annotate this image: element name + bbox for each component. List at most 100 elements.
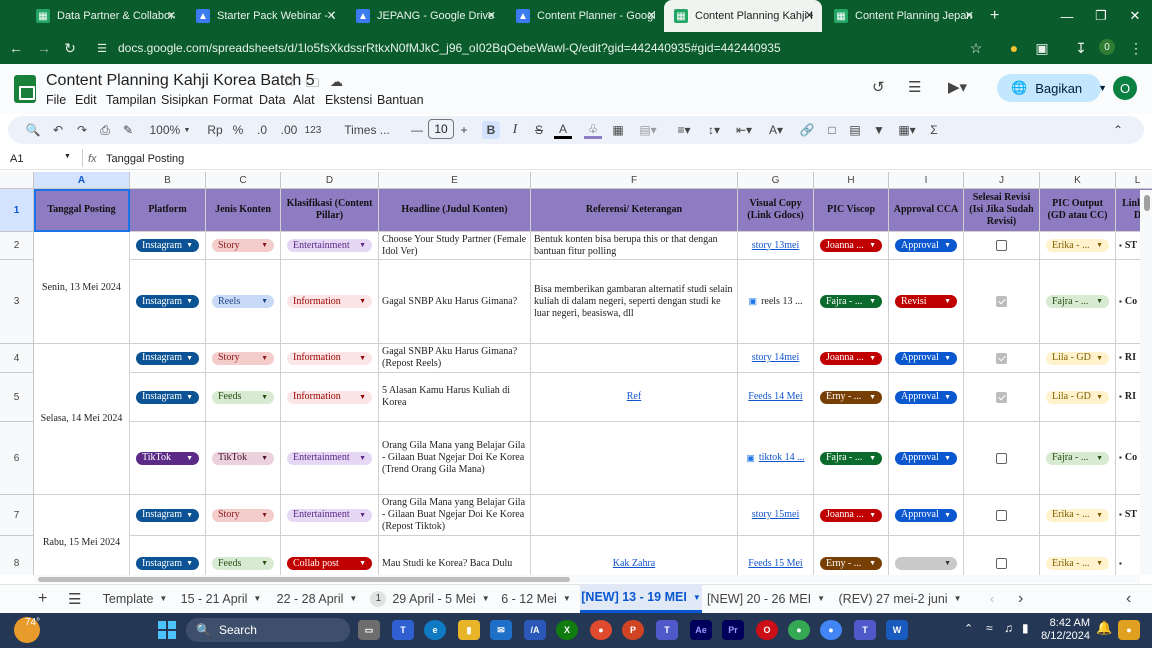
app-icon[interactable]: /A: [524, 620, 546, 640]
font-size-input[interactable]: 10: [428, 119, 454, 139]
column-header-g[interactable]: G: [738, 172, 814, 189]
forward-icon[interactable]: →: [34, 38, 54, 58]
done-revision-cell[interactable]: [964, 422, 1040, 495]
approval-chip[interactable]: ▼: [895, 557, 957, 570]
zoom-select[interactable]: 100% ▼: [146, 121, 194, 139]
pic-output-chip[interactable]: Erika - ... ▼: [1046, 239, 1109, 252]
wifi-icon[interactable]: ≈: [986, 621, 993, 635]
cell-output[interactable]: Lila - GD ▼: [1040, 344, 1116, 373]
browser-tab[interactable]: ▦ Content Planning Jepang ✕: [824, 0, 982, 32]
headline-cell[interactable]: Gagal SNBP Aku Harus Gimana?: [379, 260, 531, 344]
insert-comment-icon[interactable]: □: [823, 121, 841, 139]
sheet-tab[interactable]: [NEW] 13 - 19 MEI ▼: [580, 584, 702, 613]
row-header-2[interactable]: 2: [0, 232, 34, 260]
content-type-chip[interactable]: Story ▼: [212, 239, 274, 252]
platform-chip[interactable]: TikTok ▼: [136, 451, 199, 465]
content-type-chip[interactable]: TikTok ▼: [212, 451, 274, 465]
done-revision-cell[interactable]: [964, 344, 1040, 373]
teams-work-icon[interactable]: T: [656, 620, 678, 640]
column-header-h[interactable]: H: [814, 172, 889, 189]
increase-decimal-button[interactable]: .00: [278, 121, 300, 139]
undo-icon[interactable]: ↶: [50, 121, 66, 139]
cell-klas[interactable]: Information ▼: [281, 373, 379, 422]
visual-copy-cell[interactable]: story 13mei: [738, 232, 814, 260]
headline-cell[interactable]: Orang Gila Mana yang Belajar Gila - Gila…: [379, 422, 531, 495]
content-type-chip[interactable]: Feeds ▼: [212, 390, 274, 404]
header-cell[interactable]: PIC Output (GD atau CC): [1040, 189, 1116, 232]
platform-chip[interactable]: Instagram ▼: [136, 239, 199, 252]
visual-copy-link[interactable]: story 15mei: [752, 509, 800, 521]
cell-pic[interactable]: Fajra - ... ▼: [814, 422, 889, 495]
merge-cells-icon[interactable]: ▤▾: [636, 121, 660, 139]
menu-file[interactable]: File: [46, 93, 66, 107]
revision-checkbox[interactable]: [996, 452, 1007, 464]
content-pillar-chip[interactable]: Entertainment ▼: [287, 451, 372, 465]
pic-viscop-chip[interactable]: Fajra - ... ▼: [820, 451, 882, 465]
close-tab-icon[interactable]: ✕: [487, 9, 496, 22]
currency-format-button[interactable]: Rp: [206, 121, 224, 139]
chrome-profile-icon[interactable]: ●: [788, 620, 810, 640]
strikethrough-button[interactable]: S: [531, 121, 547, 139]
sheet-tab[interactable]: 22 - 28 April ▼: [270, 584, 364, 613]
done-revision-cell[interactable]: [964, 260, 1040, 344]
vertical-scroll-thumb[interactable]: [1144, 195, 1150, 211]
history-icon[interactable]: ↺: [872, 78, 885, 96]
cell-approval[interactable]: Approval ▼: [889, 373, 964, 422]
cell-jenis[interactable]: Reels ▼: [206, 260, 281, 344]
sheet-tab[interactable]: (REV) 27 mei-2 juni ▼: [832, 584, 968, 613]
fill-color-icon[interactable]: ♧: [584, 121, 602, 139]
reference-cell[interactable]: [531, 495, 738, 536]
mail-icon[interactable]: ✉: [490, 620, 512, 640]
cell-jenis[interactable]: TikTok ▼: [206, 422, 281, 495]
approval-chip[interactable]: Revisi ▼: [895, 295, 957, 308]
row-header-5[interactable]: 5: [0, 373, 34, 422]
cell-klas[interactable]: Collab post ▼: [281, 536, 379, 575]
cell-approval[interactable]: Approval ▼: [889, 422, 964, 495]
volume-icon[interactable]: ♫: [1004, 621, 1013, 635]
menu-bantuan[interactable]: Bantuan: [377, 93, 424, 107]
percent-format-button[interactable]: %: [231, 121, 245, 139]
paint-format-icon[interactable]: ✎: [120, 121, 136, 139]
profile-avatar[interactable]: 0: [1099, 39, 1115, 55]
start-icon[interactable]: [158, 621, 176, 639]
menu-format[interactable]: Format: [213, 93, 253, 107]
pic-output-chip[interactable]: Lila - GD ▼: [1046, 390, 1109, 404]
borders-icon[interactable]: ▦: [610, 121, 626, 139]
decrease-font-button[interactable]: —: [410, 121, 424, 139]
content-pillar-chip[interactable]: Collab post ▼: [287, 557, 372, 570]
column-header-k[interactable]: K: [1040, 172, 1116, 189]
content-pillar-chip[interactable]: Entertainment ▼: [287, 508, 372, 522]
decrease-decimal-button[interactable]: .0: [253, 121, 271, 139]
add-sheet-button[interactable]: +: [38, 584, 47, 613]
close-tab-icon[interactable]: ✕: [327, 9, 336, 22]
address-bar[interactable]: docs.google.com/spreadsheets/d/1lo5fsXkd…: [86, 36, 996, 60]
cell-klas[interactable]: Entertainment ▼: [281, 495, 379, 536]
column-header-e[interactable]: E: [379, 172, 531, 189]
pic-viscop-chip[interactable]: Erny - ... ▼: [820, 557, 882, 570]
site-info-icon[interactable]: ☰: [92, 38, 112, 58]
opera-icon[interactable]: O: [756, 620, 778, 640]
content-type-chip[interactable]: Feeds ▼: [212, 557, 274, 570]
powerpoint-icon[interactable]: P: [622, 620, 644, 640]
menu-ekstensi[interactable]: Ekstensi: [325, 93, 372, 107]
font-family-select[interactable]: Times ...: [337, 121, 397, 139]
pic-viscop-chip[interactable]: Joanna ... ▼: [820, 351, 882, 365]
cell-output[interactable]: Erika - ... ▼: [1040, 232, 1116, 260]
platform-chip[interactable]: Instagram ▼: [136, 390, 199, 404]
headline-cell[interactable]: Mau Studi ke Korea? Baca Dulu: [379, 536, 531, 575]
reference-cell[interactable]: Bentuk konten bisa berupa this or that d…: [531, 232, 738, 260]
done-revision-cell[interactable]: [964, 373, 1040, 422]
revision-checkbox[interactable]: [996, 558, 1007, 569]
cloud-status-icon[interactable]: ☁: [330, 74, 343, 90]
reference-text[interactable]: Ref: [627, 391, 641, 403]
cell-output[interactable]: Fajra - ... ▼: [1040, 260, 1116, 344]
insert-link-icon[interactable]: 🔗: [798, 121, 816, 139]
column-header-j[interactable]: J: [964, 172, 1040, 189]
header-cell[interactable]: Referensi/ Keterangan: [531, 189, 738, 232]
revision-checkbox[interactable]: [996, 352, 1007, 364]
column-header-d[interactable]: D: [281, 172, 379, 189]
sheet-tab[interactable]: [NEW] 20 - 26 MEI ▼: [704, 584, 828, 613]
align-horizontal-icon[interactable]: ≡▾: [672, 121, 696, 139]
after-effects-icon[interactable]: Ae: [690, 620, 712, 640]
column-header-a[interactable]: A: [34, 172, 130, 189]
